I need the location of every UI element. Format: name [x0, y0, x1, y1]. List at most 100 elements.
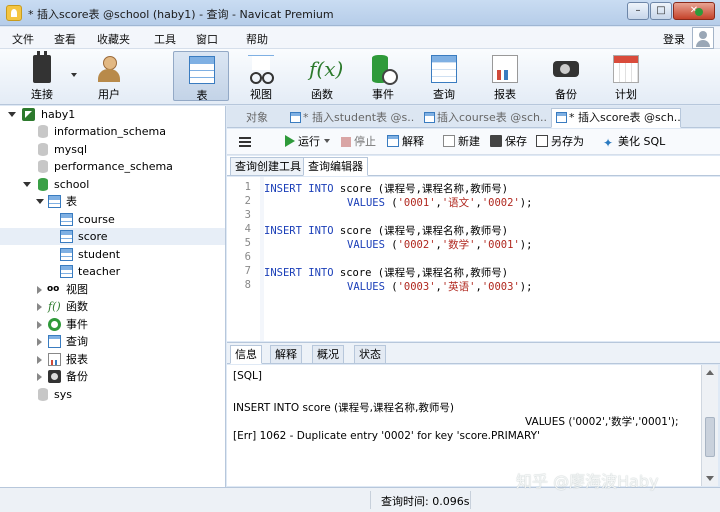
expand-arrow-icon[interactable]	[37, 373, 42, 381]
explain-label: 解释	[402, 135, 424, 148]
toolbar-report-button[interactable]: 报表	[480, 51, 530, 101]
tree-item-database[interactable]: mysql	[0, 141, 225, 158]
save-as-icon	[536, 135, 548, 147]
tree-item-table[interactable]: teacher	[0, 263, 225, 280]
query-time: 查询时间: 0.096s	[381, 495, 470, 508]
tab-insert-score[interactable]: * 插入score表 @sch...	[551, 108, 681, 128]
login-link[interactable]: 登录	[663, 31, 685, 47]
tree-item-label: 查询	[66, 335, 88, 348]
minimize-button[interactable]: –	[627, 2, 649, 20]
menu-favorites[interactable]: 收藏夹	[97, 31, 130, 47]
table-icon	[189, 56, 215, 84]
connection-dropdown-icon[interactable]	[71, 73, 77, 77]
toolbar-event-button[interactable]: 事件	[358, 51, 408, 101]
tree-item-views[interactable]: oo 视图	[0, 281, 225, 298]
tree-item-database[interactable]: performance_schema	[0, 158, 225, 175]
scroll-down-icon[interactable]	[706, 476, 714, 481]
tree-item-queries[interactable]: 查询	[0, 333, 225, 350]
menu-icon[interactable]	[239, 137, 251, 147]
scroll-up-icon[interactable]	[706, 370, 714, 375]
line-number-gutter: 1 2 3 4 5 6 7 8	[227, 177, 260, 341]
toolbar-label: 表	[196, 89, 208, 102]
collapse-arrow-icon[interactable]	[23, 182, 31, 187]
tree-item-label: haby1	[41, 108, 76, 121]
save-as-button[interactable]: 另存为	[536, 134, 584, 150]
result-tabs: 信息 解释 概况 状态	[227, 342, 720, 364]
vertical-scrollbar[interactable]	[701, 365, 718, 486]
expand-arrow-icon[interactable]	[37, 338, 42, 346]
account-avatar-icon[interactable]	[692, 27, 714, 49]
tab-insert-course[interactable]: 插入course表 @sch...	[419, 108, 547, 128]
tree-item-database-school[interactable]: school	[0, 176, 225, 193]
save-button[interactable]: 保存	[490, 134, 527, 150]
tree-item-connection[interactable]: haby1	[0, 106, 225, 123]
toolbar-table-button[interactable]: 表	[173, 51, 229, 102]
explain-button[interactable]: 解释	[387, 134, 424, 150]
expand-arrow-icon[interactable]	[37, 286, 42, 294]
main-toolbar: 连接 用户 表 视图 f(x) 函数 事件 查询 报表 备份 计划	[0, 49, 720, 105]
schedule-icon	[613, 55, 639, 83]
toolbar-user-button[interactable]: 用户	[84, 51, 134, 101]
editor-toolbar: 运行 停止 解释 新建 保存 另存为 ✦ 美化 SQL	[227, 129, 720, 155]
tree-item-events[interactable]: 事件	[0, 316, 225, 333]
tree-item-table[interactable]: student	[0, 246, 225, 263]
sql-text: );	[519, 239, 533, 251]
dropdown-icon[interactable]	[324, 139, 330, 143]
toolbar-schedule-button[interactable]: 计划	[601, 51, 651, 101]
expand-arrow-icon[interactable]	[37, 321, 42, 329]
menu-window[interactable]: 窗口	[196, 31, 218, 47]
sql-string: '0002'	[397, 239, 436, 251]
toolbar-query-button[interactable]: 查询	[419, 51, 469, 101]
run-button[interactable]: 运行	[285, 134, 330, 150]
stop-button[interactable]: 停止	[341, 134, 376, 150]
tree-item-table-selected[interactable]: score	[0, 228, 225, 245]
menu-file[interactable]: 文件	[12, 31, 34, 47]
sql-editor[interactable]: 1 2 3 4 5 6 7 8 INSERT INTO score (课程号,课…	[227, 177, 720, 341]
code-line: INSERT INTO score (课程号,课程名称,教师号)	[264, 181, 508, 196]
sql-string: '0001'	[481, 239, 520, 251]
database-icon	[38, 160, 48, 173]
tree-item-label: school	[54, 178, 90, 191]
tree-item-tables[interactable]: 表	[0, 193, 225, 210]
collapse-arrow-icon[interactable]	[36, 199, 44, 204]
expand-arrow-icon[interactable]	[37, 356, 42, 364]
line-number: 2	[244, 195, 251, 207]
tree-item-label: student	[78, 248, 121, 261]
code-line: VALUES ('0003','英语','0003');	[347, 279, 532, 294]
sql-keyword: INSERT INTO	[264, 225, 334, 237]
tab-status[interactable]: 状态	[354, 345, 386, 364]
menu-tools[interactable]: 工具	[154, 31, 176, 47]
beautify-sql-button[interactable]: ✦ 美化 SQL	[603, 134, 665, 150]
tree-item-database[interactable]: information_schema	[0, 123, 225, 140]
database-icon	[38, 388, 48, 401]
tree-item-functions[interactable]: f() 函数	[0, 298, 225, 315]
toolbar-view-button[interactable]: 视图	[236, 51, 286, 101]
collapse-arrow-icon[interactable]	[8, 112, 16, 117]
save-label: 保存	[505, 135, 527, 148]
database-icon	[38, 178, 48, 191]
tree-item-table[interactable]: course	[0, 211, 225, 228]
sql-string: '0002'	[481, 197, 520, 209]
tree-item-database[interactable]: sys	[0, 386, 225, 403]
tree-item-backups[interactable]: 备份	[0, 368, 225, 385]
toolbar-function-button[interactable]: f(x) 函数	[297, 51, 347, 101]
toolbar-label: 函数	[311, 88, 333, 101]
tab-query-editor[interactable]: 查询编辑器	[303, 157, 368, 176]
toolbar-backup-button[interactable]: 备份	[541, 51, 591, 101]
tab-query-builder[interactable]: 查询创建工具	[230, 157, 306, 176]
tab-explain[interactable]: 解释	[270, 345, 302, 364]
tab-profile[interactable]: 概况	[312, 345, 344, 364]
tab-message[interactable]: 信息	[230, 345, 262, 364]
new-tab-icon[interactable]	[690, 4, 706, 20]
tab-insert-student[interactable]: * 插入student表 @s...	[285, 108, 415, 128]
toolbar-connection-button[interactable]: 连接	[17, 51, 67, 101]
scroll-thumb[interactable]	[705, 417, 715, 457]
new-query-button[interactable]: 新建	[443, 134, 480, 150]
menu-view[interactable]: 查看	[54, 31, 76, 47]
tree-item-reports[interactable]: 报表	[0, 351, 225, 368]
menu-help[interactable]: 帮助	[246, 31, 268, 47]
toolbar-label: 计划	[615, 88, 637, 101]
function-icon: f()	[48, 300, 61, 313]
maximize-button[interactable]: □	[650, 2, 672, 20]
expand-arrow-icon[interactable]	[37, 303, 42, 311]
